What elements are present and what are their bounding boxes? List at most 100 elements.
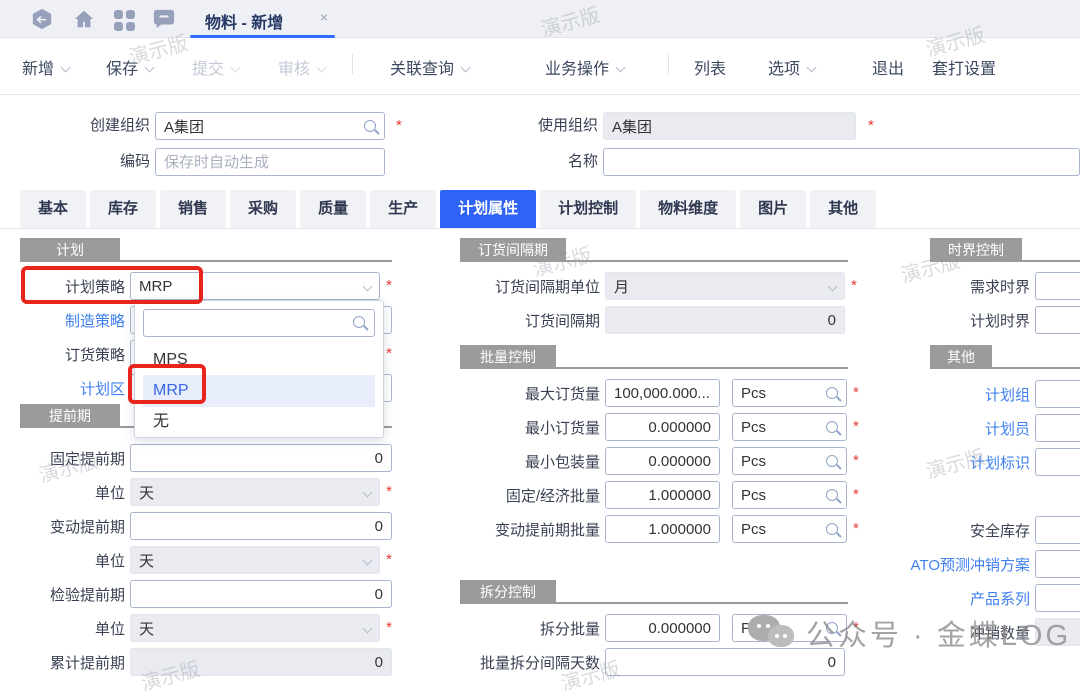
search-icon[interactable] [826, 523, 838, 535]
toolbar-save-button[interactable]: 保存 [106, 55, 153, 79]
tab-inventory[interactable]: 库存 [90, 190, 156, 228]
max-order-row: 最大订货量 100,000.000... Pcs * [460, 379, 860, 407]
planner-label[interactable]: 计划员 [930, 418, 1030, 439]
code-input[interactable] [155, 148, 385, 176]
interval-row: 订货间隔期 0 [460, 306, 860, 334]
max-order-label: 最大订货量 [460, 383, 600, 404]
chevron-down-icon [807, 63, 817, 73]
tab-title[interactable]: 物料 - 新增 [205, 9, 283, 33]
chevron-down-icon [363, 623, 373, 633]
fixed-batch-unit-lookup[interactable]: Pcs [732, 481, 847, 509]
sync-logo-icon[interactable] [30, 8, 54, 30]
planner-field[interactable] [1035, 414, 1080, 442]
min-order-input[interactable]: 0.000000 [605, 413, 720, 441]
interval-label: 订货间隔期 [460, 310, 600, 331]
plan-strategy-value: MRP [139, 278, 172, 295]
dropdown-option-mrp[interactable]: MRP [143, 375, 375, 407]
min-pack-unit-lookup[interactable]: Pcs [732, 447, 847, 475]
plan-mark-label[interactable]: 计划标识 [930, 452, 1030, 473]
insp-lead-label: 检验提前期 [20, 584, 125, 605]
ato-plan-label[interactable]: ATO预测冲销方案 [885, 554, 1030, 575]
plan-fence-input[interactable] [1035, 306, 1080, 334]
toolbar-options-button[interactable]: 选项 [768, 55, 815, 79]
planner-row: 计划员 [930, 414, 1080, 442]
tab-quality[interactable]: 质量 [300, 190, 366, 228]
interval-field: 0 [605, 306, 845, 334]
toolbar-exit-button[interactable]: 退出 [872, 55, 904, 79]
plan-strategy-select[interactable]: MRP [130, 272, 380, 300]
tab-close-icon[interactable]: × [320, 9, 328, 25]
plan-strategy-dropdown: MPS MRP 无 [134, 300, 384, 438]
interval-unit-row: 订货间隔期单位 月 * [460, 272, 860, 300]
tab-plan-attributes[interactable]: 计划属性 [440, 190, 536, 228]
plan-group-label[interactable]: 计划组 [930, 384, 1030, 405]
tab-other[interactable]: 其他 [810, 190, 876, 228]
ato-plan-field[interactable] [1035, 550, 1080, 578]
toolbar-print-setup-button[interactable]: 套打设置 [932, 55, 996, 79]
split-days-row: 批量拆分间隔天数 0 [460, 648, 860, 676]
var-lead-batch-unit-lookup[interactable]: Pcs [732, 515, 847, 543]
plan-mark-field[interactable] [1035, 448, 1080, 476]
product-series-label[interactable]: 产品系列 [930, 588, 1030, 609]
tab-basic[interactable]: 基本 [20, 190, 86, 228]
dropdown-option-mps[interactable]: MPS [143, 345, 375, 375]
chevron-down-icon [61, 63, 71, 73]
apps-grid-icon[interactable] [114, 9, 138, 31]
search-icon[interactable] [826, 455, 838, 467]
split-batch-unit-lookup[interactable]: Pcs [732, 614, 847, 642]
create-org-field[interactable]: A集团 [155, 112, 385, 140]
search-icon[interactable] [826, 622, 838, 634]
toolbar-related-query-button[interactable]: 关联查询 [390, 55, 469, 79]
toolbar-business-op-button[interactable]: 业务操作 [545, 55, 624, 79]
plan-group-field[interactable] [1035, 380, 1080, 408]
min-pack-input[interactable]: 0.000000 [605, 447, 720, 475]
tab-production[interactable]: 生产 [370, 190, 436, 228]
search-icon[interactable] [826, 421, 838, 433]
required-marker: * [853, 413, 859, 441]
var-lead-batch-input[interactable]: 1.000000 [605, 515, 720, 543]
tab-material-dimension[interactable]: 物料维度 [640, 190, 736, 228]
message-icon[interactable] [152, 8, 176, 30]
safety-stock-input[interactable] [1035, 516, 1080, 544]
chevron-down-icon [461, 63, 471, 73]
tab-picture[interactable]: 图片 [740, 190, 806, 228]
plan-area-label[interactable]: 计划区 [20, 378, 125, 399]
var-lead-input[interactable]: 0 [130, 512, 392, 540]
fixed-batch-input[interactable]: 1.000000 [605, 481, 720, 509]
plan-group-row: 计划组 [930, 380, 1080, 408]
insp-lead-input[interactable]: 0 [130, 580, 392, 608]
required-marker: * [868, 112, 874, 140]
split-batch-input[interactable]: 0.000000 [605, 614, 720, 642]
dropdown-search-input[interactable] [143, 309, 375, 337]
demand-fence-label: 需求时界 [930, 276, 1030, 297]
required-marker: * [386, 614, 392, 642]
search-icon[interactable] [826, 387, 838, 399]
section-other: 其他 [930, 345, 992, 369]
chevron-down-icon [363, 555, 373, 565]
section-order-interval: 订货间隔期 [460, 238, 566, 262]
fixed-lead-row: 固定提前期 0 [20, 444, 392, 472]
tab-plan-control[interactable]: 计划控制 [540, 190, 636, 228]
max-order-input[interactable]: 100,000.000... [605, 379, 720, 407]
home-icon[interactable] [72, 8, 96, 30]
search-icon[interactable] [364, 120, 376, 132]
max-order-unit-lookup[interactable]: Pcs [732, 379, 847, 407]
fixed-lead-input[interactable]: 0 [130, 444, 392, 472]
min-order-unit-lookup[interactable]: Pcs [732, 413, 847, 441]
use-org-field: A集团 [603, 112, 856, 140]
dropdown-option-none[interactable]: 无 [143, 407, 375, 437]
tab-purchase[interactable]: 采购 [230, 190, 296, 228]
var-lead-label: 变动提前期 [20, 516, 125, 537]
toolbar-new-button[interactable]: 新增 [22, 55, 69, 79]
mfg-strategy-label[interactable]: 制造策略 [20, 310, 125, 331]
toolbar-list-button[interactable]: 列表 [694, 55, 726, 79]
cum-lead-label: 累计提前期 [20, 652, 125, 673]
tab-sales[interactable]: 销售 [160, 190, 226, 228]
split-days-input[interactable]: 0 [605, 648, 845, 676]
name-input[interactable] [603, 148, 1080, 176]
demand-fence-input[interactable] [1035, 272, 1080, 300]
required-marker: * [853, 379, 859, 407]
product-series-field[interactable] [1035, 584, 1080, 612]
plan-fence-label: 计划时界 [930, 310, 1030, 331]
search-icon[interactable] [826, 489, 838, 501]
